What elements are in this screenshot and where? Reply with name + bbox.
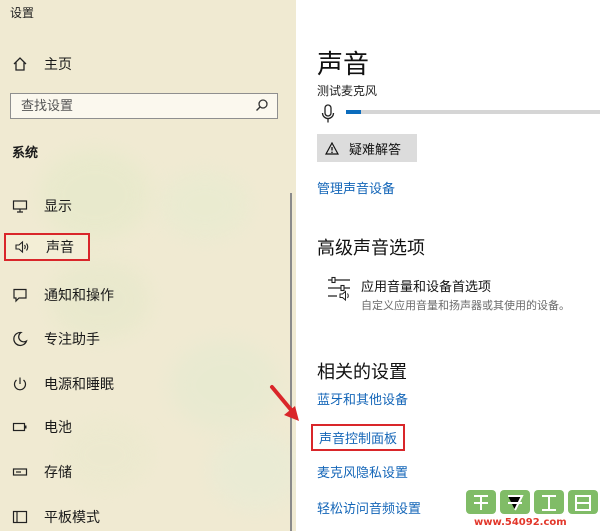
background-blur <box>60 420 150 490</box>
app-volume-description: 自定义应用音量和扬声器或其使用的设备。 <box>361 299 570 312</box>
red-arrow-annotation <box>270 385 299 421</box>
warning-icon <box>325 141 339 155</box>
related-settings-heading: 相关的设置 <box>317 362 407 383</box>
bluetooth-devices-link[interactable]: 蓝牙和其他设备 <box>317 389 408 408</box>
tablet-icon <box>10 507 30 527</box>
app-volume-title: 应用音量和设备首选项 <box>361 280 492 295</box>
sidebar-item-battery[interactable]: 电池 <box>10 415 72 439</box>
sidebar-scrollbar[interactable] <box>290 193 292 531</box>
sidebar: 设置 主页 系统 显示 声音 通知和操作 专注助手 <box>0 0 296 531</box>
troubleshoot-label: 疑难解答 <box>349 142 402 158</box>
home-icon <box>10 54 30 74</box>
battery-icon <box>10 417 30 437</box>
app-volume-preferences[interactable]: 应用音量和设备首选项 自定义应用音量和扬声器或其使用的设备。 <box>327 276 570 313</box>
mic-level-meter <box>346 110 600 114</box>
background-blur <box>170 340 280 430</box>
page-title: 声音 <box>317 50 370 80</box>
window-title: 设置 <box>10 6 35 20</box>
troubleshoot-button[interactable]: 疑难解答 <box>317 134 417 162</box>
sidebar-item-label: 显示 <box>44 199 72 215</box>
sidebar-item-label: 声音 <box>46 240 74 256</box>
sidebar-item-storage[interactable]: 存储 <box>10 460 72 484</box>
sidebar-item-tablet-mode[interactable]: 平板模式 <box>10 505 100 529</box>
sidebar-item-label: 电源和睡眠 <box>44 377 114 393</box>
search-icon[interactable] <box>255 97 269 116</box>
sidebar-item-label: 主页 <box>44 57 72 73</box>
search-field[interactable] <box>10 93 278 119</box>
sidebar-item-label: 平板模式 <box>44 510 100 526</box>
sidebar-item-label: 通知和操作 <box>44 288 114 304</box>
background-blur <box>210 430 296 510</box>
sidebar-item-focus-assist[interactable]: 专注助手 <box>10 327 100 351</box>
sidebar-item-power[interactable]: 电源和睡眠 <box>10 372 114 396</box>
sound-control-panel-link[interactable]: 声音控制面板 <box>311 424 406 451</box>
display-icon <box>10 196 30 216</box>
main-content: 声音 测试麦克风 疑难解答 管理声音设备 高级声音选项 应用音量和设备首选项 自… <box>296 0 600 531</box>
search-input[interactable] <box>19 97 255 115</box>
sidebar-item-sound[interactable]: 声音 <box>4 233 90 261</box>
sidebar-item-label: 专注助手 <box>44 332 100 348</box>
ease-of-access-audio-link[interactable]: 轻松访问音频设置 <box>317 498 421 517</box>
mic-level-row <box>321 104 335 128</box>
power-icon <box>10 374 30 394</box>
sidebar-item-label: 存储 <box>44 465 72 481</box>
background-blur <box>160 170 250 240</box>
sliders-icon <box>327 276 351 313</box>
speaker-icon <box>12 237 32 257</box>
section-label: 系统 <box>12 146 39 161</box>
storage-icon <box>10 462 30 482</box>
sidebar-item-notifications[interactable]: 通知和操作 <box>10 283 114 307</box>
notification-icon <box>10 285 30 305</box>
watermark-url: www.54092.com <box>474 517 567 528</box>
moon-icon <box>10 329 30 349</box>
sidebar-item-label: 电池 <box>44 420 72 436</box>
microphone-icon <box>321 104 335 128</box>
mic-test-label: 测试麦克风 <box>317 84 378 98</box>
mic-level-fill <box>346 110 362 114</box>
microphone-privacy-link[interactable]: 麦克风隐私设置 <box>317 462 408 481</box>
manage-sound-devices-link[interactable]: 管理声音设备 <box>317 178 395 197</box>
sidebar-item-home[interactable]: 主页 <box>10 53 72 75</box>
advanced-sound-heading: 高级声音选项 <box>317 238 425 259</box>
sidebar-item-display[interactable]: 显示 <box>10 194 72 218</box>
